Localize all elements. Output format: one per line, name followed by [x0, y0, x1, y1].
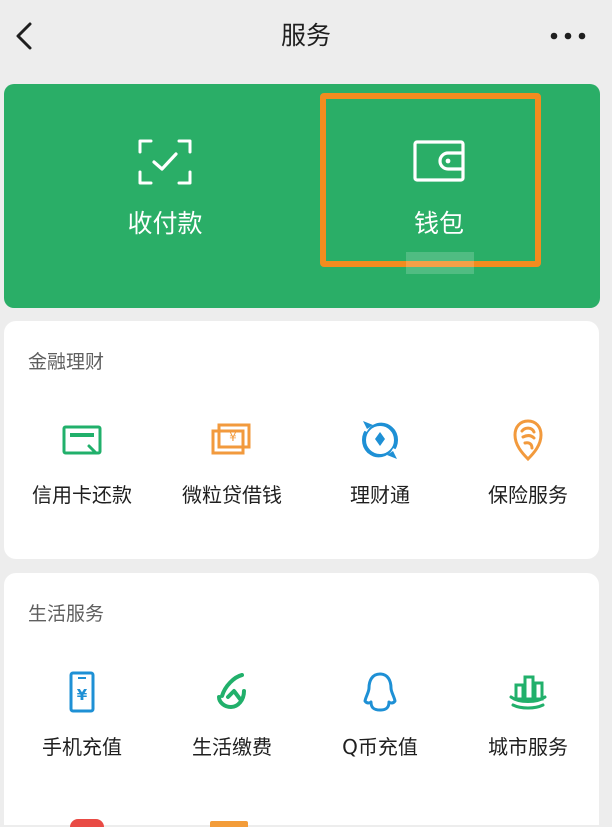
- phone-topup-item[interactable]: ¥ 手机充值: [8, 669, 156, 779]
- next-row-preview: [4, 819, 599, 827]
- insurance-icon: [513, 419, 543, 462]
- partial-icon: [70, 819, 104, 827]
- svg-text:¥: ¥: [229, 430, 237, 444]
- highlight-box: [320, 93, 541, 267]
- city-services-item[interactable]: 城市服务: [454, 669, 602, 779]
- page-title: 服务: [280, 21, 331, 50]
- redacted-area: [406, 252, 474, 274]
- loan-card-icon: ¥: [211, 423, 251, 455]
- finance-grid: 信用卡还款 ¥ 微粒贷借钱 理财通 保险服务: [4, 417, 599, 527]
- pay-receive-label: 收付款: [127, 209, 203, 238]
- pay-receive-button[interactable]: 收付款: [16, 84, 314, 308]
- credit-card-icon: [62, 425, 102, 455]
- loan-label: 微粒贷借钱: [182, 483, 282, 507]
- top-bar: 服务: [0, 0, 612, 72]
- bill-payment-icon: [217, 673, 246, 710]
- life-grid: ¥ 手机充值 生活缴费 Q币充值 城市服务: [4, 669, 599, 779]
- finance-section-title: 金融理财: [28, 351, 105, 373]
- wealth-management-label: 理财通: [350, 483, 410, 507]
- more-button[interactable]: [546, 16, 590, 56]
- city-services-icon: [509, 675, 547, 710]
- phone-topup-icon: ¥: [69, 671, 95, 713]
- life-section-title: 生活服务: [28, 603, 105, 625]
- city-services-label: 城市服务: [488, 735, 568, 759]
- partial-icon: [210, 821, 248, 827]
- svg-text:¥: ¥: [77, 686, 88, 704]
- insurance-item[interactable]: 保险服务: [454, 417, 602, 527]
- scan-pay-icon: [138, 139, 192, 185]
- credit-card-repay-item[interactable]: 信用卡还款: [8, 417, 156, 527]
- qq-coin-label: Q币充值: [342, 735, 418, 759]
- wealth-management-item[interactable]: 理财通: [306, 417, 454, 527]
- life-services-card: 生活服务 ¥ 手机充值 生活缴费 Q币充值 城市服务: [4, 573, 599, 827]
- credit-card-repay-label: 信用卡还款: [32, 483, 132, 507]
- bill-payment-label: 生活缴费: [192, 735, 272, 759]
- wealth-icon: [362, 418, 398, 462]
- phone-topup-label: 手机充值: [42, 735, 122, 759]
- qq-coin-icon: [363, 672, 397, 712]
- bill-payment-item[interactable]: 生活缴费: [158, 669, 306, 779]
- insurance-label: 保险服务: [488, 483, 568, 507]
- qq-coin-item[interactable]: Q币充值: [306, 669, 454, 779]
- more-icon: [550, 32, 586, 40]
- finance-card: 金融理财 信用卡还款 ¥ 微粒贷借钱 理财通 保险服务: [4, 321, 599, 559]
- loan-item[interactable]: ¥ 微粒贷借钱: [158, 417, 306, 527]
